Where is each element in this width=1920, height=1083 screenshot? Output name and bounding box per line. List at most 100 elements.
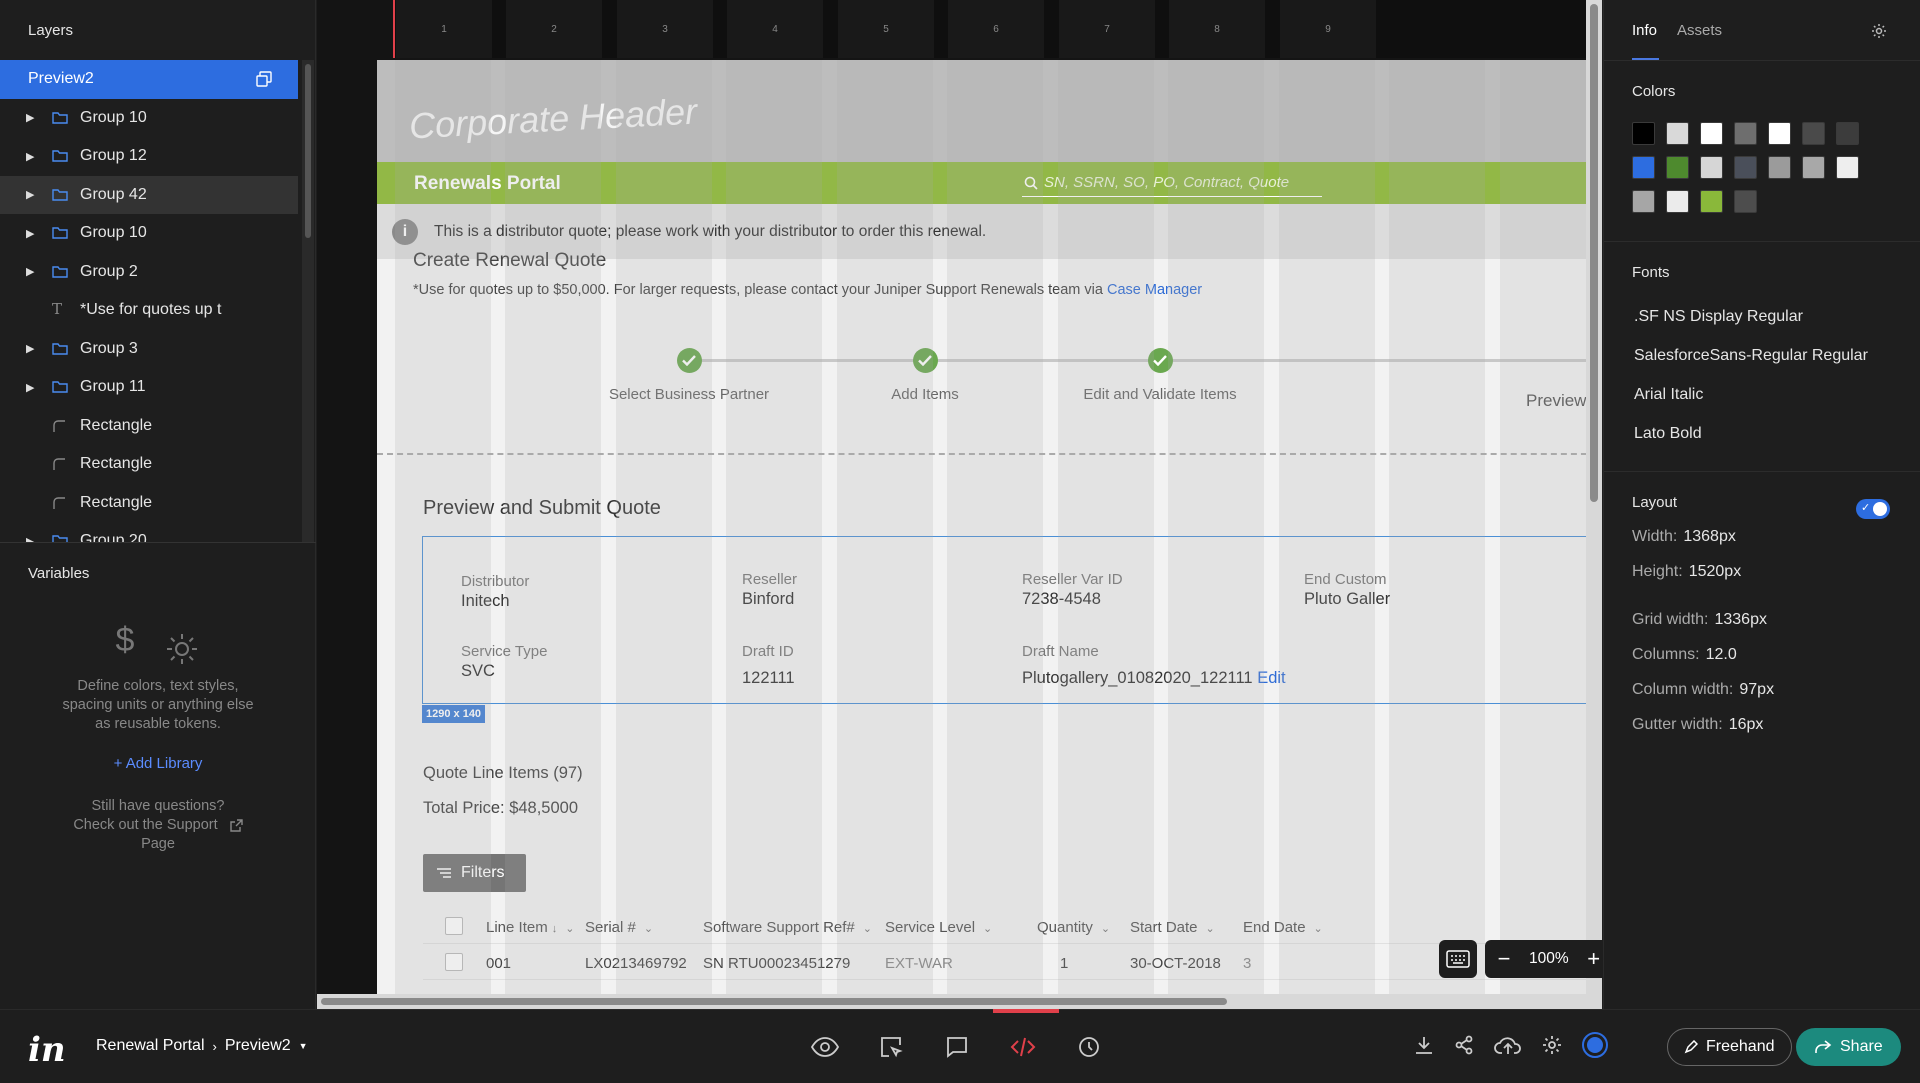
folder-icon	[52, 380, 68, 393]
cloud-upload-icon[interactable]	[1494, 1034, 1522, 1056]
support-link[interactable]: Check out the Support	[0, 816, 316, 835]
layout-value[interactable]: 97px	[1739, 681, 1774, 698]
avatar[interactable]	[1582, 1032, 1608, 1058]
canvas-horizontal-scrollbar[interactable]	[317, 994, 1602, 1009]
rectangle-icon	[52, 419, 66, 433]
font-item[interactable]: .SF NS Display Regular	[1632, 299, 1892, 335]
color-swatch[interactable]	[1632, 122, 1655, 145]
layer-item[interactable]: ▶ Group 12	[0, 137, 298, 176]
folder-icon	[52, 265, 68, 278]
color-swatch[interactable]	[1666, 190, 1689, 213]
layout-value[interactable]: 1336px	[1714, 611, 1767, 628]
layout-value[interactable]: 1368px	[1683, 528, 1736, 545]
breadcrumb-screen[interactable]: Preview2	[225, 1037, 291, 1055]
color-swatch[interactable]	[1768, 156, 1791, 179]
layer-item[interactable]: Rectangle	[0, 484, 298, 523]
layout-label: Columns:	[1632, 646, 1700, 663]
layout-property: Width: 1368px	[1632, 528, 1892, 546]
comment-mode-button[interactable]	[942, 1032, 972, 1062]
caret-right-icon[interactable]: ▶	[26, 150, 34, 163]
color-swatch[interactable]	[1734, 190, 1757, 213]
color-swatch[interactable]	[1666, 122, 1689, 145]
layer-item-preview2[interactable]: Preview2	[0, 60, 298, 99]
color-swatch[interactable]	[1700, 190, 1723, 213]
keyboard-shortcuts-button[interactable]	[1439, 940, 1477, 978]
caret-right-icon[interactable]: ▶	[26, 342, 34, 355]
layout-value[interactable]: 1520px	[1689, 563, 1742, 580]
color-swatch[interactable]	[1632, 156, 1655, 179]
zoom-box: − 100% +	[1485, 940, 1602, 978]
color-swatch[interactable]	[1836, 122, 1859, 145]
color-swatch[interactable]	[1802, 156, 1825, 179]
zoom-in-button[interactable]: +	[1583, 946, 1602, 972]
layer-item[interactable]: T *Use for quotes up t	[0, 291, 298, 330]
grid-column-overlay	[616, 60, 712, 1000]
layer-item[interactable]: ▶ Group 2	[0, 253, 298, 292]
gear-icon[interactable]	[1542, 1035, 1562, 1055]
canvas-vertical-scrollbar[interactable]	[1586, 0, 1602, 1000]
add-library-link[interactable]: + Add Library	[0, 754, 316, 773]
color-swatch[interactable]	[1666, 156, 1689, 179]
tab-info[interactable]: Info	[1632, 22, 1657, 39]
support-link-page[interactable]: Page	[0, 835, 316, 854]
caret-right-icon[interactable]: ▶	[26, 111, 34, 124]
layer-item[interactable]: ▶ Group 10	[0, 99, 298, 138]
font-item[interactable]: Lato Bold	[1632, 416, 1892, 452]
caret-right-icon[interactable]: ▶	[26, 265, 34, 278]
layer-item[interactable]: Rectangle	[0, 407, 298, 446]
comment-icon	[945, 1035, 969, 1059]
layout-value[interactable]: 16px	[1729, 716, 1764, 733]
tab-assets[interactable]: Assets	[1677, 22, 1722, 39]
layout-grid-toggle[interactable]: ✓	[1856, 499, 1890, 519]
font-item[interactable]: Arial Italic	[1632, 377, 1892, 413]
design-canvas[interactable]: 123456789 Corporate Header Renewals Port…	[317, 0, 1602, 1009]
freehand-button[interactable]: Freehand	[1667, 1028, 1792, 1066]
layer-label: Rectangle	[80, 493, 153, 511]
color-swatch[interactable]	[1700, 156, 1723, 179]
history-mode-button[interactable]	[1074, 1032, 1104, 1062]
layer-item[interactable]: ▶ Group 11	[0, 368, 298, 407]
invision-logo-icon[interactable]: in	[28, 1030, 66, 1070]
clock-icon	[1077, 1035, 1101, 1059]
share-button[interactable]: Share	[1796, 1028, 1901, 1066]
artboard-preview2[interactable]: Corporate Header Renewals Portal SN, SSR…	[377, 60, 1602, 1000]
layer-item[interactable]: ▶ Group 3	[0, 330, 298, 369]
font-item[interactable]: SalesforceSans-Regular Regular	[1632, 338, 1892, 374]
layer-item[interactable]: ▶ Group 10	[0, 214, 298, 253]
layout-label: Height:	[1632, 563, 1683, 580]
caret-right-icon[interactable]: ▶	[26, 227, 34, 240]
zoom-level[interactable]: 100%	[1529, 950, 1569, 968]
grid-column-overlay	[947, 60, 1043, 1000]
color-swatch[interactable]	[1802, 122, 1825, 145]
caret-right-icon[interactable]: ▶	[26, 381, 34, 394]
inspect-mode-button[interactable]	[1008, 1032, 1038, 1062]
caret-right-icon[interactable]: ▶	[26, 188, 34, 201]
layer-item[interactable]: Rectangle	[0, 445, 298, 484]
download-icon[interactable]	[1414, 1035, 1434, 1055]
rectangle-icon	[52, 457, 66, 471]
layer-label: Group 42	[80, 185, 147, 203]
preview-mode-button[interactable]	[810, 1032, 840, 1062]
gear-icon[interactable]	[1871, 23, 1887, 39]
layers-scrollbar[interactable]	[302, 60, 314, 542]
build-mode-button[interactable]	[876, 1032, 906, 1062]
layer-item[interactable]: ▶ Group 20	[0, 522, 298, 542]
color-swatch[interactable]	[1734, 156, 1757, 179]
caret-right-icon[interactable]: ▶	[26, 535, 34, 542]
zoom-out-button[interactable]: −	[1493, 946, 1515, 972]
ruler-column: 7	[1059, 0, 1155, 58]
share-nodes-icon[interactable]	[1454, 1035, 1474, 1055]
active-mode-indicator	[993, 1009, 1059, 1013]
layout-label: Width:	[1632, 528, 1678, 545]
breadcrumb-project[interactable]: Renewal Portal	[96, 1037, 205, 1055]
layer-item[interactable]: ▶ Group 42	[0, 175, 298, 214]
color-swatch[interactable]	[1768, 122, 1791, 145]
color-swatch[interactable]	[1700, 122, 1723, 145]
color-swatch[interactable]	[1734, 122, 1757, 145]
color-swatch[interactable]	[1836, 156, 1859, 179]
chevron-down-icon[interactable]: ▼	[299, 1041, 308, 1051]
layout-value[interactable]: 12.0	[1706, 646, 1737, 663]
rectangle-icon	[52, 496, 66, 510]
color-swatch[interactable]	[1632, 190, 1655, 213]
layer-label: Group 10	[80, 108, 147, 126]
